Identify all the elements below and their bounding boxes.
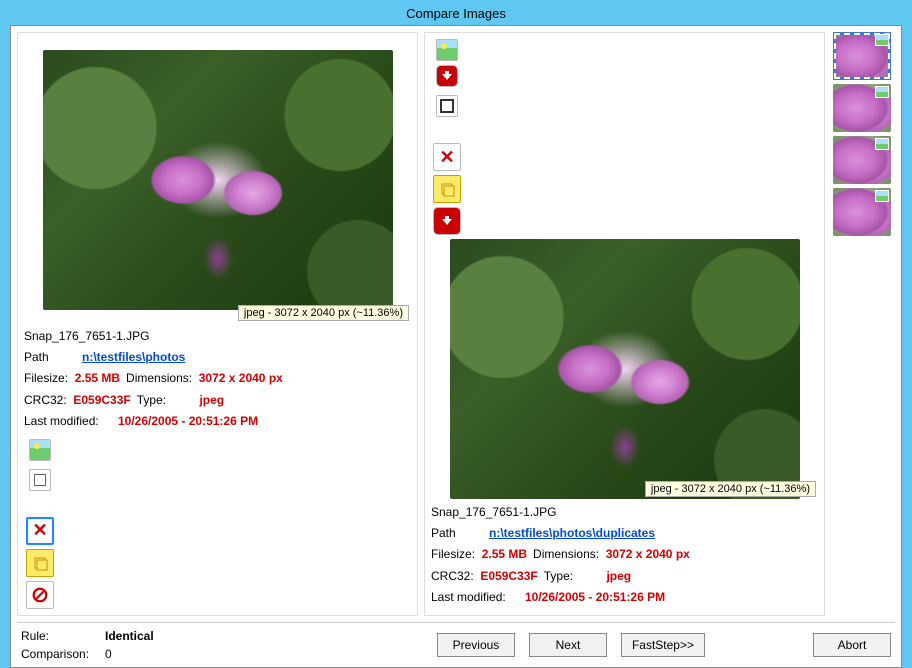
- thumbnail-mark-icon: [875, 34, 889, 46]
- left-type-label: Type:: [137, 393, 166, 407]
- left-mark-button[interactable]: [26, 549, 54, 577]
- thumbnail-4[interactable]: [833, 188, 891, 236]
- previous-button[interactable]: Previous: [437, 633, 515, 657]
- left-mod: 10/26/2005 - 20:51:26 PM: [118, 412, 258, 431]
- thumbnail-2[interactable]: [833, 84, 891, 132]
- left-side-buttons: ✕: [22, 437, 58, 611]
- right-mod: 10/26/2005 - 20:51:26 PM: [525, 588, 665, 607]
- thumbnail-3[interactable]: [833, 136, 891, 184]
- rule-value: Identical: [105, 629, 154, 643]
- faststep-button[interactable]: FastStep>>: [621, 633, 705, 657]
- right-window-button[interactable]: [436, 95, 458, 117]
- left-pane: jpeg - 3072 x 2040 px (~11.36%) Snap_176…: [17, 32, 418, 616]
- right-filesize-label: Filesize:: [431, 547, 475, 561]
- left-crc: E059C33F: [73, 393, 130, 407]
- left-filesize-label: Filesize:: [24, 371, 68, 385]
- right-mod-label: Last modified:: [431, 588, 519, 607]
- right-pane: ✕ jpeg - 3072 x 2040 px (~11.36%): [424, 32, 825, 616]
- left-dims: 3072 x 2040 px: [199, 371, 283, 385]
- right-path-link[interactable]: n:\testfiles\photos\duplicates: [489, 524, 655, 543]
- right-crc-label: CRC32:: [431, 569, 474, 583]
- right-delete-button[interactable]: ✕: [433, 143, 461, 171]
- left-info: Snap_176_7651-1.JPG Path n:\testfiles\ph…: [22, 323, 413, 435]
- right-path-label: Path: [431, 524, 483, 543]
- right-filename: Snap_176_7651-1.JPG: [431, 503, 818, 522]
- window-title: Compare Images: [0, 0, 912, 25]
- content-area: jpeg - 3072 x 2040 px (~11.36%) Snap_176…: [10, 25, 902, 668]
- right-mark-button[interactable]: [433, 175, 461, 203]
- right-image-icon[interactable]: [436, 39, 458, 61]
- left-caption: jpeg - 3072 x 2040 px (~11.36%): [238, 305, 409, 321]
- right-crc: E059C33F: [480, 569, 537, 583]
- left-copy-button[interactable]: [29, 469, 51, 491]
- right-type-label: Type:: [544, 569, 573, 583]
- right-info: Snap_176_7651-1.JPG Path n:\testfiles\ph…: [429, 499, 820, 611]
- right-image[interactable]: [429, 239, 820, 499]
- right-filesize: 2.55 MB: [482, 547, 527, 561]
- rule-label: Rule:: [21, 629, 99, 643]
- right-down-button-top[interactable]: [436, 65, 458, 87]
- next-button[interactable]: Next: [529, 633, 607, 657]
- left-image-icon[interactable]: [29, 439, 51, 461]
- right-down-button-bottom[interactable]: [433, 207, 461, 235]
- compare-row: jpeg - 3072 x 2040 px (~11.36%) Snap_176…: [11, 26, 901, 622]
- window: Compare Images jpeg - 3072 x 2040 px (~1…: [0, 0, 912, 580]
- thumbnail-mark-icon: [875, 190, 889, 202]
- left-type: jpeg: [199, 393, 224, 407]
- left-path-label: Path: [24, 348, 76, 367]
- left-crc-label: CRC32:: [24, 393, 67, 407]
- footer: Rule: Identical Comparison: 0 Previous Nex…: [11, 623, 901, 667]
- right-side-buttons: ✕: [429, 37, 465, 237]
- right-dim-label: Dimensions:: [533, 547, 599, 561]
- thumbnail-strip: [831, 32, 895, 616]
- left-image[interactable]: [22, 37, 413, 323]
- left-exclude-button[interactable]: [26, 581, 54, 609]
- left-mod-label: Last modified:: [24, 412, 112, 431]
- left-filesize: 2.55 MB: [75, 371, 120, 385]
- thumbnail-mark-icon: [875, 138, 889, 150]
- abort-button[interactable]: Abort: [813, 633, 891, 657]
- thumbnail-mark-icon: [875, 86, 889, 98]
- left-delete-button[interactable]: ✕: [26, 517, 54, 545]
- comparison-label: Comparison:: [21, 647, 99, 661]
- comparison-value: 0: [105, 647, 112, 661]
- right-caption: jpeg - 3072 x 2040 px (~11.36%): [645, 481, 816, 497]
- left-filename: Snap_176_7651-1.JPG: [24, 327, 411, 346]
- right-dims: 3072 x 2040 px: [606, 547, 690, 561]
- left-path-link[interactable]: n:\testfiles\photos: [82, 348, 185, 367]
- thumbnail-1[interactable]: [833, 32, 891, 80]
- left-dim-label: Dimensions:: [126, 371, 192, 385]
- right-type: jpeg: [606, 569, 631, 583]
